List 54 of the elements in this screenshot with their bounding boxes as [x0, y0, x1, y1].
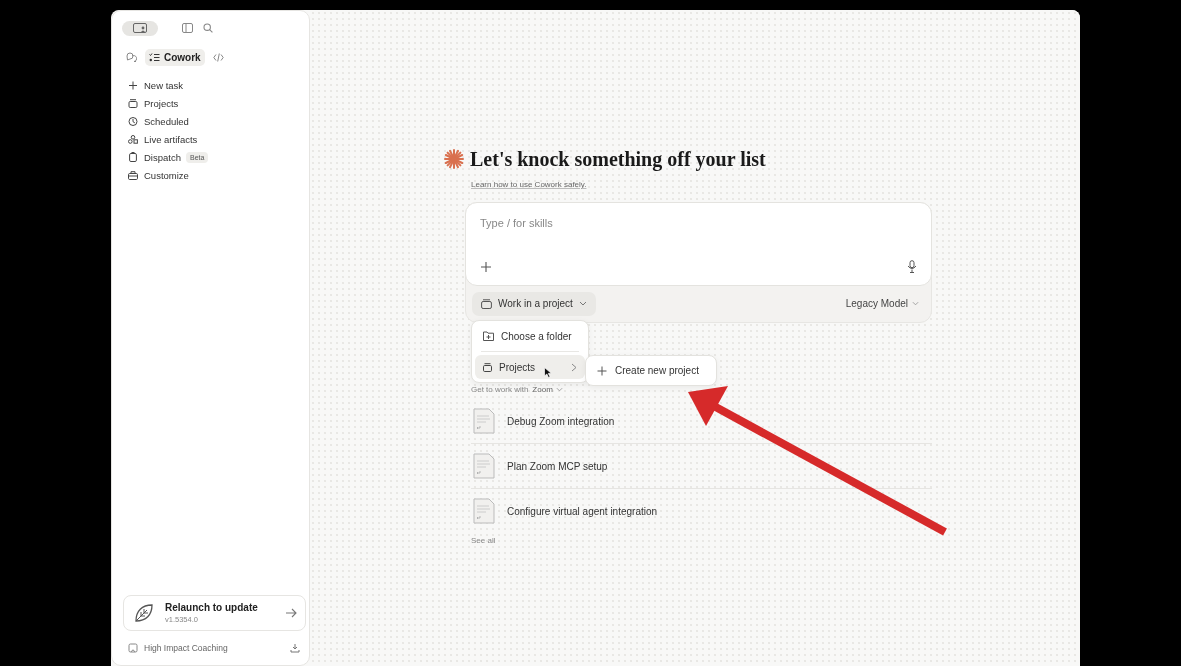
nav-item[interactable]: Dispatch [122, 148, 181, 166]
starburst-icon [444, 149, 464, 169]
document-icon [473, 453, 495, 479]
plus-icon [597, 365, 607, 376]
briefcase-icon [128, 170, 138, 180]
folder-stack-icon [483, 362, 492, 372]
page-heading: Let's knock something off your list [470, 147, 766, 171]
project-dropdown[interactable]: Work in a project [472, 291, 596, 316]
chat-icon [126, 52, 137, 62]
code-icon [212, 52, 224, 62]
sidebar-toggle[interactable] [122, 20, 158, 36]
microphone-icon[interactable] [907, 260, 917, 273]
plus-icon [128, 80, 138, 90]
nav-item[interactable]: New task [122, 76, 302, 94]
caret-icon [578, 301, 587, 306]
arrow-right-icon [285, 608, 297, 618]
prompt-field[interactable]: Type / for skills [480, 217, 917, 229]
cursor-icon [544, 367, 552, 378]
window-icon [133, 23, 147, 33]
leaf-icon [133, 602, 155, 624]
folder-stack-icon [481, 298, 492, 309]
suggestion-item[interactable]: Configure virtual agent integration [471, 489, 932, 533]
shapes-icon [128, 134, 138, 144]
connector-dropdown[interactable]: Zoom [532, 384, 563, 394]
model-dropdown[interactable]: Legacy Model [839, 297, 925, 310]
checklist-icon [149, 52, 160, 62]
menu-item[interactable]: Projects [475, 355, 585, 379]
nav-item[interactable]: Live artifacts [122, 130, 302, 148]
search-icon[interactable] [203, 23, 213, 33]
menu-item[interactable]: Choose a folder [475, 324, 585, 348]
phone-icon [128, 152, 138, 162]
suggestion-item[interactable]: Plan Zoom MCP setup [471, 444, 932, 489]
caret-icon [555, 386, 563, 392]
clock-icon [128, 116, 138, 126]
add-icon[interactable] [480, 260, 492, 273]
nav-item[interactable]: Scheduled [122, 112, 302, 130]
folder-plus-icon [483, 331, 494, 341]
chevron-right-icon [571, 362, 577, 372]
nav-item[interactable]: Projects [122, 94, 302, 112]
document-icon [473, 408, 495, 434]
document-icon [473, 498, 495, 524]
update-title: Relaunch to update [165, 602, 259, 613]
workspace-name[interactable]: High Impact Coaching [144, 643, 284, 653]
panel-icon[interactable] [182, 23, 193, 33]
folder-stack-icon [128, 98, 138, 108]
mode-tab[interactable]: Cowork [145, 48, 205, 66]
see-all-link[interactable]: See all [471, 536, 932, 545]
safety-link[interactable]: Learn how to use Cowork safely. [471, 180, 587, 189]
menu-item[interactable]: Create new project [589, 359, 707, 382]
download-icon[interactable] [290, 643, 300, 653]
nav-item[interactable]: Customize [122, 166, 302, 184]
suggestions-label: Get to work with [471, 384, 529, 394]
caret-icon [912, 301, 919, 306]
workspace-icon [128, 643, 138, 653]
